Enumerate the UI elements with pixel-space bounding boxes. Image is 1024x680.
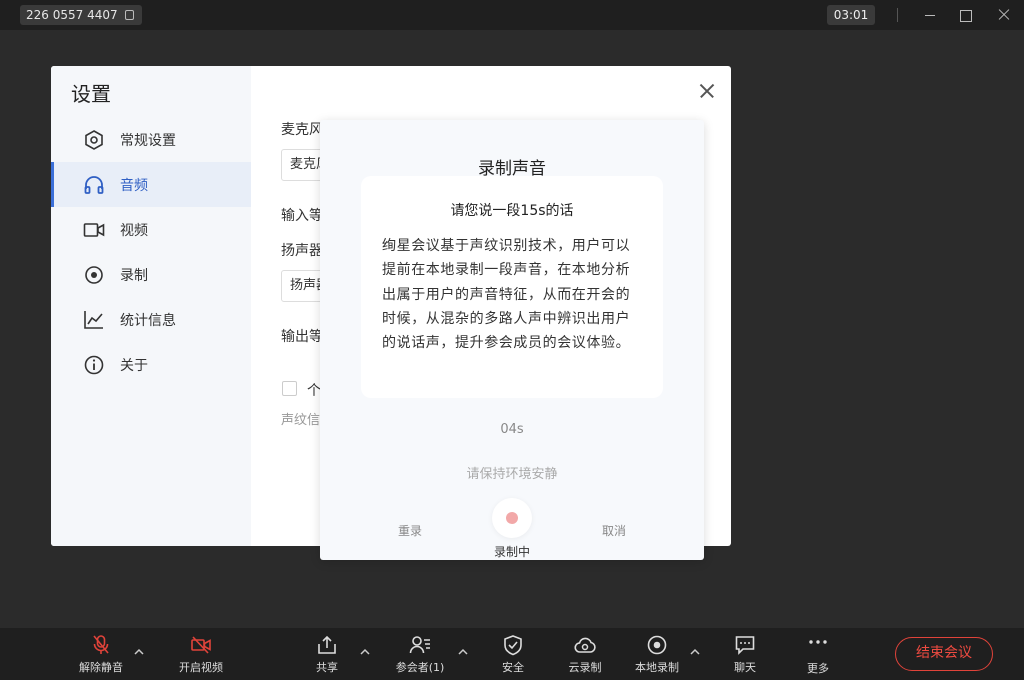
video-camera-icon [83,223,105,237]
voiceprint-info-text: 声纹信 [281,413,321,428]
toolbar-label: 聊天 [734,661,756,674]
voiceprint-checkbox[interactable] [282,381,297,396]
toolbar-label: 本地录制 [635,661,679,674]
sidebar-item-label: 统计信息 [120,313,176,329]
sidebar-item-label: 常规设置 [120,133,176,149]
toolbar-label: 安全 [502,661,524,674]
meeting-id-badge[interactable]: 226 0557 4407 [20,5,142,25]
output-level-label: 输出等 [281,329,323,345]
chevron-up-icon[interactable] [133,646,145,658]
chevron-up-icon[interactable] [359,646,371,658]
instruction-body: 绚星会议基于声纹识别技术，用户可以提前在本地录制一段声音，在本地分析出属于用户的… [382,238,631,352]
share-button[interactable]: 共享 [305,628,349,680]
record-stop-button[interactable] [492,498,532,538]
title-bar: 226 0557 4407 03:01 [0,0,1024,30]
quiet-hint: 请保持环境安静 [466,467,558,482]
sidebar-item-label: 视频 [120,223,148,239]
local-record-icon [647,635,667,655]
more-button[interactable]: 更多 [796,628,840,680]
cancel-button[interactable]: 取消 [602,522,626,539]
sidebar-item-general[interactable]: 常规设置 [51,117,251,162]
instruction-card: 请您说一段15s的话 绚星会议基于声纹识别技术，用户可以提前在本地录制一段声音，… [361,176,663,398]
participants-icon [409,636,430,654]
sidebar-item-label: 关于 [120,358,148,374]
meeting-timer: 03:01 [827,5,875,25]
info-icon [84,355,104,375]
cloud-record-button[interactable]: 云录制 [561,628,609,680]
gear-icon [85,130,103,150]
toolbar-label: 解除静音 [79,661,123,674]
toolbar-label: 云录制 [568,661,602,674]
copy-icon[interactable] [125,10,134,20]
headphones-icon [84,176,104,194]
unmute-button[interactable]: 解除静音 [72,628,130,680]
meeting-toolbar: 解除静音 开启视频 共享 参会者(1) 安全 云录制 本地录制 聊天 更多 结束… [0,628,1024,680]
minimize-icon[interactable] [920,5,940,25]
input-level-label: 输入等 [281,208,323,224]
toolbar-label: 开启视频 [179,661,223,674]
local-record-button[interactable]: 本地录制 [630,628,684,680]
window-close-icon[interactable] [994,5,1014,25]
recording-status: 录制中 [493,545,530,559]
more-icon [809,640,827,644]
record-icon [85,266,103,284]
recording-dot-icon [506,512,518,524]
participants-button[interactable]: 参会者(1) [390,628,450,680]
sidebar-item-statistics[interactable]: 统计信息 [51,297,251,342]
settings-title: 设置 [71,82,111,106]
maximize-icon[interactable] [955,5,975,25]
chat-button[interactable]: 聊天 [723,628,767,680]
mic-label: 麦克风 [281,122,323,138]
sidebar-item-label: 音频 [120,178,148,194]
close-icon[interactable] [698,82,716,100]
end-meeting-button[interactable]: 结束会议 [895,637,993,671]
instruction-heading: 请您说一段15s的话 [450,203,574,219]
settings-sidebar: 设置 常规设置 音频 视频 录制 统计信息 关于 [51,66,251,546]
titlebar-divider [897,8,898,22]
rerecord-button[interactable]: 重录 [398,522,422,539]
sidebar-item-video[interactable]: 视频 [51,207,251,252]
checkbox-label: 个 [307,383,321,399]
mic-off-icon [93,635,109,654]
share-icon [318,635,336,654]
sidebar-item-label: 录制 [120,268,148,284]
shield-icon [504,635,522,656]
cloud-record-icon [574,637,596,653]
video-off-icon [191,636,211,654]
start-video-button[interactable]: 开启视频 [172,628,230,680]
sidebar-item-audio[interactable]: 音频 [51,162,251,207]
chevron-up-icon[interactable] [457,646,469,658]
chevron-up-icon[interactable] [689,646,701,658]
elapsed-time: 04s [500,422,524,437]
sidebar-item-record[interactable]: 录制 [51,252,251,297]
toolbar-label: 共享 [316,661,338,674]
security-button[interactable]: 安全 [491,628,535,680]
record-voice-dialog: 录制声音 请您说一段15s的话 绚星会议基于声纹识别技术，用户可以提前在本地录制… [320,120,704,560]
speaker-label: 扬声器 [281,243,323,259]
toolbar-label: 参会者(1) [395,661,445,674]
chat-icon [735,636,755,655]
meeting-id-text: 226 0557 4407 [26,8,118,22]
toolbar-label: 更多 [807,662,829,675]
line-chart-icon [84,311,103,329]
sidebar-item-about[interactable]: 关于 [51,342,251,387]
